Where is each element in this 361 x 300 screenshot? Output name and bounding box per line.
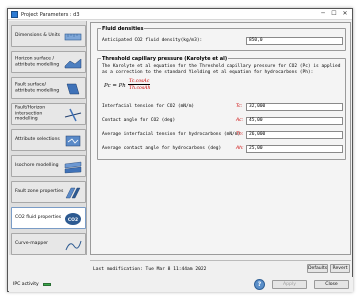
co2-icon: CO2	[65, 213, 81, 225]
intersection-icon	[64, 108, 82, 122]
interfacial-tension-co2-label: Interfacial tension for CO2 (mN/m)	[102, 104, 195, 109]
defaults-button[interactable]: Defaults	[307, 264, 328, 273]
sidebar-item-horizon-surface[interactable]: Horizon surface / attribute modelling	[11, 51, 86, 73]
sidebar-item-isochore-modelling[interactable]: Isochore modelling	[11, 155, 86, 177]
interfacial-tension-hc-label: Average interfacial tension for hydrocar…	[102, 132, 241, 137]
sidebar-item-dimensions-units[interactable]: Dimensions & Units	[11, 25, 86, 47]
app-icon	[11, 11, 18, 18]
equation-lhs: Pc = Ph	[104, 83, 126, 89]
close-window-button[interactable]: ✕	[340, 10, 350, 18]
threshold-pressure-title: Threshold capillary pressure (Karolyte e…	[101, 56, 229, 62]
parameters-panel: Fluid densities Anticipated CO2 fluid de…	[90, 22, 351, 255]
sidebar-item-fault-surface[interactable]: Fault surface/ attribute modelling	[11, 77, 86, 99]
footer-separator	[90, 260, 351, 261]
status-bar: IPC activity ? Apply Close	[9, 277, 353, 292]
th-symbol: Th:	[236, 132, 244, 137]
tc-symbol: Tc:	[236, 104, 243, 109]
apply-button[interactable]: Apply	[272, 280, 307, 289]
contact-angle-hc-label: Average contact angle for hydrocarbons (…	[102, 146, 222, 151]
fluid-densities-title: Fluid densities	[101, 26, 145, 32]
threshold-pressure-group: Threshold capillary pressure (Karolyte e…	[97, 56, 346, 160]
revert-button[interactable]: Revert	[330, 264, 350, 273]
contact-angle-co2-input[interactable]: 45,00	[246, 117, 343, 125]
sidebar-item-label: Curve-mapper	[15, 241, 49, 247]
attribute-selection-icon	[65, 135, 81, 147]
interfacial-tension-hc-input[interactable]: 26,000	[246, 131, 343, 139]
equation-denominator: Th.cosAh	[129, 86, 151, 91]
isochore-icon	[64, 161, 82, 174]
sidebar-item-label: Isochore modelling	[15, 163, 59, 169]
maximize-button[interactable]: ☐	[329, 10, 339, 18]
sidebar-item-label: Attribute selections	[15, 137, 60, 143]
sidebar-item-co2-fluid-properties[interactable]: CO2 fluid properties CO2	[11, 207, 86, 229]
ac-symbol: Ac:	[236, 118, 244, 123]
interfacial-tension-co2-input[interactable]: 32,000	[246, 103, 343, 111]
sidebar-item-fault-horizon-intersection[interactable]: Fault/Horizon intersection modelling	[11, 103, 86, 125]
ipc-activity-label: IPC activity	[13, 282, 39, 287]
title-bar[interactable]: Project Parameters : d3 ─ ☐ ✕	[8, 9, 352, 20]
sidebar-item-label: Fault zone properties	[15, 189, 64, 195]
minimize-button[interactable]: ─	[318, 10, 328, 18]
ah-symbol: Ah:	[236, 146, 244, 151]
co2-badge: CO2	[68, 217, 78, 223]
fluid-densities-group: Fluid densities Anticipated CO2 fluid de…	[97, 26, 346, 51]
sidebar-item-label: Horizon surface / attribute modelling	[15, 56, 60, 67]
project-parameters-window: Project Parameters : d3 ─ ☐ ✕ Dimensions…	[7, 8, 353, 292]
co2-density-label: Anticipated CO2 fluid density(kg/m3):	[102, 38, 203, 43]
horizon-surface-icon	[64, 58, 82, 69]
close-button[interactable]: Close	[314, 280, 349, 289]
ruler-icon	[64, 33, 82, 41]
sidebar-item-label: Fault/Horizon intersection modelling	[15, 105, 46, 122]
sidebar-item-label: CO2 fluid properties	[15, 215, 62, 221]
curve-mapper-icon	[65, 240, 82, 251]
fault-zone-icon	[65, 187, 81, 199]
contact-angle-co2-label: Contact angle for CO2 (deg)	[102, 118, 176, 123]
sidebar: Dimensions & Units Horizon surface / att…	[9, 21, 87, 255]
sidebar-item-attribute-selections[interactable]: Attribute selections	[11, 129, 86, 151]
sidebar-item-fault-zone-properties[interactable]: Fault zone properties	[11, 181, 86, 203]
karolyte-equation: Pc = Ph Tc.cosAc Th.cosAh	[104, 79, 164, 93]
sidebar-item-label: Dimensions & Units	[15, 33, 61, 39]
sidebar-item-label: Fault surface/ attribute modelling	[15, 82, 60, 93]
contact-angle-hc-input[interactable]: 25,00	[246, 145, 343, 153]
fault-surface-icon	[66, 83, 80, 95]
last-modification-text: Last modification: Tue Mar 8 11:44am 202…	[93, 267, 207, 272]
help-button[interactable]: ?	[254, 279, 265, 290]
co2-density-input[interactable]: 850,0	[246, 37, 343, 45]
sidebar-item-curve-mapper[interactable]: Curve-mapper	[11, 233, 86, 255]
threshold-description: The Karolyte et al equation for the Thre…	[102, 64, 341, 75]
window-title: Project Parameters : d3	[21, 11, 80, 18]
ipc-activity-indicator	[43, 283, 51, 286]
equation-numerator: Tc.cosAc	[128, 79, 151, 85]
